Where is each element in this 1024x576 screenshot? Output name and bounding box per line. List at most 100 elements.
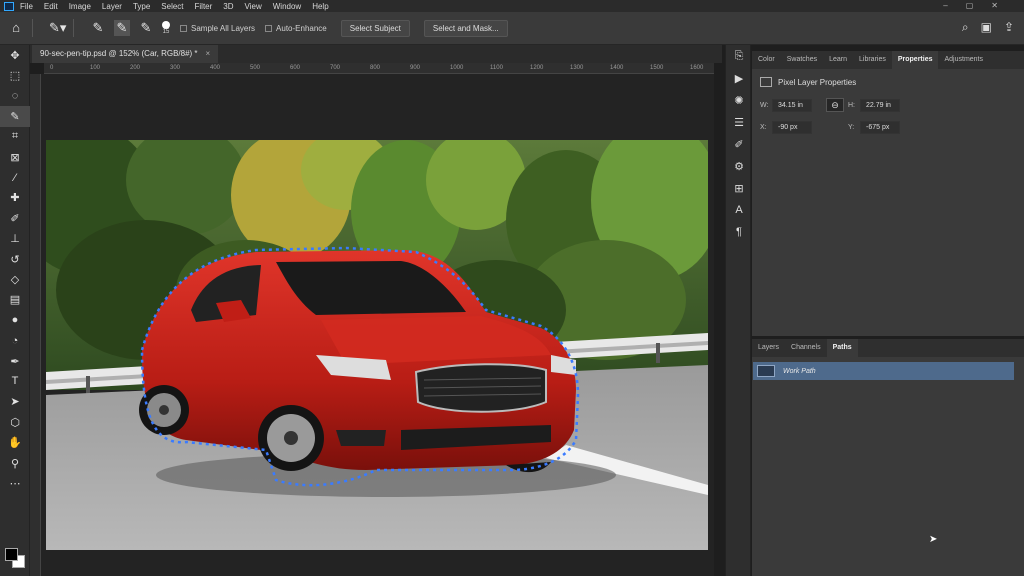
hand-tool-icon[interactable]: ✋ — [0, 432, 30, 452]
menu-help[interactable]: Help — [312, 2, 328, 11]
more-tools-icon[interactable]: ⋯ — [0, 473, 30, 493]
x-field[interactable]: X: -90 px — [760, 121, 812, 134]
type-tool-icon[interactable]: T — [0, 371, 30, 391]
quick-selection-tool-icon[interactable]: ✎ — [0, 106, 30, 127]
eyedropper-tool-icon[interactable]: ⁄ — [0, 167, 30, 187]
tab-adjustments[interactable]: Adjustments — [938, 51, 989, 69]
menu-type[interactable]: Type — [133, 2, 150, 11]
menu-select[interactable]: Select — [161, 2, 183, 11]
panel-icon-strip: ⎘ ▶ ✺ ☰ ✐ ⚙ ⊞ A ¶ — [725, 45, 751, 576]
photoshop-logo-icon — [4, 1, 14, 11]
vertical-ruler[interactable] — [30, 74, 41, 576]
menu-layer[interactable]: Layer — [102, 2, 122, 11]
character-panel-icon[interactable]: A — [726, 199, 752, 221]
adjustments-panel-icon[interactable]: ✺ — [726, 89, 752, 111]
tab-color[interactable]: Color — [752, 51, 781, 69]
brush-size-picker[interactable]: 15 — [162, 21, 170, 35]
ruler-mark: 500 — [250, 65, 261, 71]
crop-tool-icon[interactable]: ⌗ — [0, 127, 30, 147]
tab-layers[interactable]: Layers — [752, 339, 785, 357]
libraries-panel-icon[interactable]: ☰ — [726, 111, 752, 133]
frame-tool-icon[interactable]: ⊠ — [0, 147, 30, 167]
brush-settings-icon[interactable]: ✐ — [726, 133, 752, 155]
lasso-tool-icon[interactable]: ◌ — [0, 86, 30, 106]
path-name: Work Path — [783, 367, 816, 375]
healing-brush-tool-icon[interactable]: ✚ — [0, 188, 30, 208]
y-field[interactable]: Y: -675 px — [848, 121, 900, 134]
tab-properties[interactable]: Properties — [891, 51, 939, 69]
document-tab[interactable]: 90-sec-pen-tip.psd @ 152% (Car, RGB/8#) … — [32, 45, 219, 63]
home-icon[interactable]: ⌂ — [8, 20, 24, 36]
width-field[interactable]: W: 34.15 in — [760, 99, 812, 112]
clone-source-icon[interactable]: ⊞ — [726, 177, 752, 199]
height-field[interactable]: H: 22.79 in — [848, 99, 900, 112]
history-panel-icon[interactable]: ⎘ — [726, 45, 752, 67]
ruler-mark: 1300 — [570, 65, 584, 71]
document-canvas[interactable] — [46, 140, 708, 550]
move-tool-icon[interactable]: ✥ — [0, 45, 30, 65]
select-subject-button[interactable]: Select Subject — [340, 19, 410, 37]
ruler-mark: 800 — [370, 65, 381, 71]
tool-presets-icon[interactable]: ⚙ — [726, 155, 752, 177]
tab-libraries[interactable]: Libraries — [853, 51, 892, 69]
menu-edit[interactable]: Edit — [44, 2, 58, 11]
path-row-work-path[interactable]: Work Path — [753, 362, 1014, 380]
path-selection-tool-icon[interactable]: ➤ — [0, 392, 30, 412]
search-icon[interactable]: ⌕ — [962, 20, 969, 35]
ruler-mark: 1500 — [650, 65, 664, 71]
pen-tool-icon[interactable]: ✒ — [0, 351, 30, 371]
zoom-tool-icon[interactable]: ⚲ — [0, 453, 30, 473]
path-thumbnail — [757, 365, 775, 377]
menu-view[interactable]: View — [245, 2, 262, 11]
height-input[interactable]: 22.79 in — [860, 99, 900, 112]
marquee-tool-icon[interactable]: ⬚ — [0, 65, 30, 85]
horizontal-ruler[interactable]: 0 100 200 300 400 500 600 700 800 900 10… — [44, 63, 714, 74]
ruler-mark: 300 — [170, 65, 181, 71]
clone-stamp-tool-icon[interactable]: ⊥ — [0, 229, 30, 249]
paragraph-panel-icon[interactable]: ¶ — [726, 221, 752, 243]
window-controls[interactable]: –▢✕ — [943, 1, 1016, 10]
close-tab-icon[interactable]: × — [206, 49, 211, 58]
width-input[interactable]: 34.15 in — [772, 99, 812, 112]
menu-filter[interactable]: Filter — [195, 2, 213, 11]
menu-window[interactable]: Window — [273, 2, 301, 11]
brush-tool-icon[interactable]: ✐ — [0, 208, 30, 228]
subtract-from-selection-icon[interactable]: ✎ — [138, 20, 154, 36]
shape-tool-icon[interactable]: ⬡ — [0, 412, 30, 432]
workspace-icon[interactable]: ▣ — [981, 20, 992, 35]
brush-size-value: 15 — [162, 29, 170, 35]
blur-tool-icon[interactable]: ● — [0, 310, 30, 330]
x-input[interactable]: -90 px — [772, 121, 812, 134]
menu-bar: File Edit Image Layer Type Select Filter… — [0, 0, 1024, 12]
y-input[interactable]: -675 px — [860, 121, 900, 134]
eraser-tool-icon[interactable]: ◇ — [0, 269, 30, 289]
foreground-color-swatch[interactable] — [5, 548, 18, 561]
menu-file[interactable]: File — [20, 2, 33, 11]
link-dimensions-icon[interactable]: ⊖ — [826, 98, 844, 112]
ruler-mark: 1600 — [690, 65, 704, 71]
quick-selection-preset-icon[interactable]: ✎▾ — [49, 20, 66, 36]
tab-paths[interactable]: Paths — [826, 339, 858, 357]
ruler-mark: 1400 — [610, 65, 624, 71]
color-swatches[interactable] — [5, 548, 27, 570]
tab-channels[interactable]: Channels — [785, 339, 827, 357]
pixel-layer-icon — [760, 77, 772, 87]
add-to-selection-icon[interactable]: ✎ — [114, 20, 130, 36]
select-and-mask-button[interactable]: Select and Mask... — [423, 19, 508, 37]
auto-enhance-checkbox[interactable]: Auto-Enhance — [265, 24, 327, 33]
history-brush-tool-icon[interactable]: ↺ — [0, 249, 30, 269]
dodge-tool-icon[interactable]: ◔ — [0, 330, 30, 350]
share-icon[interactable]: ⇪ — [1004, 20, 1014, 35]
menu-image[interactable]: Image — [69, 2, 91, 11]
document-tab-bar: 90-sec-pen-tip.psd @ 152% (Car, RGB/8#) … — [30, 45, 722, 63]
ruler-mark: 0 — [50, 65, 54, 71]
sample-all-layers-checkbox[interactable]: Sample All Layers — [180, 24, 255, 33]
tab-swatches[interactable]: Swatches — [781, 51, 823, 69]
gradient-tool-icon[interactable]: ▤ — [0, 290, 30, 310]
menu-3d[interactable]: 3D — [223, 2, 233, 11]
new-selection-icon[interactable]: ✎ — [90, 20, 106, 36]
document-title: 90-sec-pen-tip.psd @ 152% (Car, RGB/8#) … — [40, 49, 198, 58]
tab-learn[interactable]: Learn — [823, 51, 853, 69]
actions-panel-icon[interactable]: ▶ — [726, 67, 752, 89]
tools-panel: ✥ ⬚ ◌ ✎ ⌗ ⊠ ⁄ ✚ ✐ ⊥ ↺ ◇ ▤ ● ◔ ✒ T ➤ ⬡ ✋ … — [0, 45, 30, 576]
